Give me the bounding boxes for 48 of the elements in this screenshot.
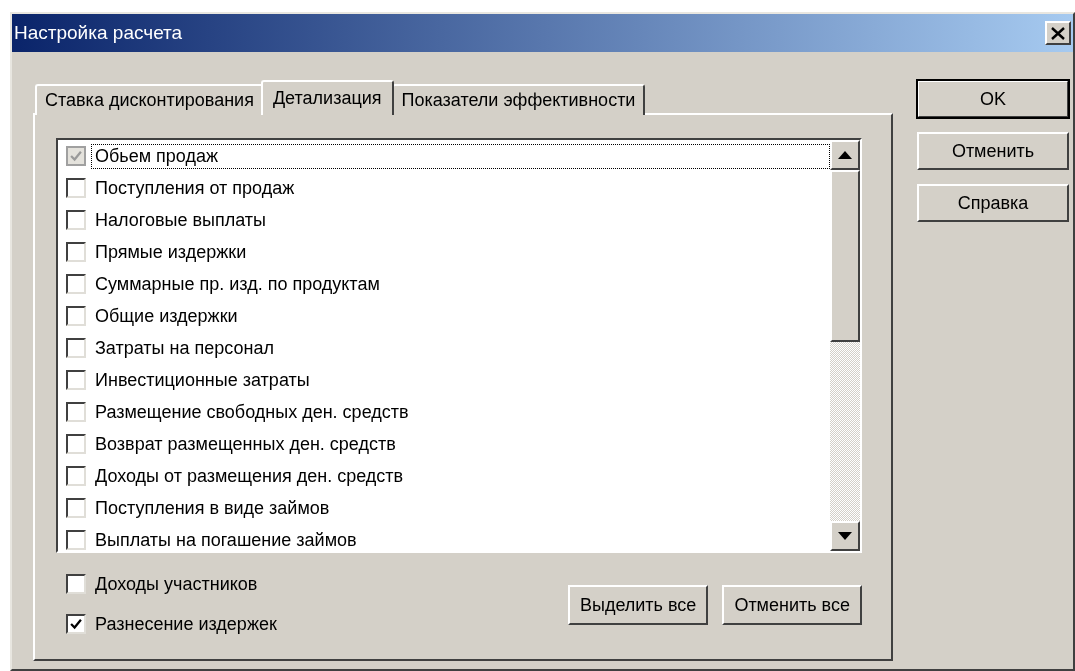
checkbox-label: Разнесение издержек: [94, 612, 278, 636]
scroll-up-button[interactable]: [830, 140, 860, 170]
close-button[interactable]: [1045, 21, 1071, 45]
checkbox-label: Поступления от продаж: [94, 176, 296, 200]
checkbox[interactable]: [66, 178, 86, 198]
checkmark-icon: [69, 149, 83, 163]
checkbox[interactable]: [66, 530, 86, 550]
scroll-thumb[interactable]: [830, 170, 860, 342]
checkbox[interactable]: [66, 434, 86, 454]
checkbox[interactable]: [66, 242, 86, 262]
checkbox-label: Общие издержки: [94, 304, 239, 328]
checkbox-label: Прямые издержки: [94, 240, 248, 264]
tab[interactable]: Ставка дисконтирования: [35, 84, 264, 115]
checkbox-label: Выплаты на погашение займов: [94, 528, 358, 552]
checkbox[interactable]: [66, 466, 86, 486]
checkbox[interactable]: [66, 370, 86, 390]
window-title: Настройка расчета: [14, 22, 183, 44]
checkbox-label: Налоговые выплаты: [94, 208, 267, 232]
checkbox-label: Суммарные пр. изд. по продуктам: [94, 272, 381, 296]
checkbox[interactable]: [66, 274, 86, 294]
dialog-button[interactable]: OK: [917, 80, 1069, 118]
scroll-down-button[interactable]: [830, 521, 860, 551]
checkbox[interactable]: [66, 338, 86, 358]
scrollbar[interactable]: [830, 140, 860, 551]
checkbox-label: Размещение свободных ден. средств: [94, 400, 410, 424]
tab[interactable]: Показатели эффективности: [391, 84, 646, 115]
down-arrow-icon: [838, 532, 852, 540]
checkbox[interactable]: [66, 574, 86, 594]
checkmark-icon: [69, 617, 83, 631]
checkbox-label: Возврат размещенных ден. средств: [94, 432, 397, 456]
checkbox[interactable]: [66, 210, 86, 230]
checkbox-label: Обьем продаж: [91, 143, 830, 169]
tab[interactable]: Детализация: [260, 80, 394, 115]
dialog-button[interactable]: Отменить: [917, 132, 1069, 170]
dialog-button[interactable]: Справка: [917, 184, 1069, 222]
checkbox-label: Доходы участников: [94, 572, 259, 596]
checkbox-label: Затраты на персонал: [94, 336, 275, 360]
checkbox-label: Поступления в виде займов: [94, 496, 331, 520]
checkbox[interactable]: [66, 614, 86, 634]
checkbox[interactable]: [66, 306, 86, 326]
checkbox-label: Доходы от размещения ден. средств: [94, 464, 405, 488]
button[interactable]: Выделить все: [567, 585, 709, 625]
checkbox[interactable]: [66, 498, 86, 518]
close-icon: [1051, 26, 1065, 40]
up-arrow-icon: [838, 151, 852, 159]
button[interactable]: Отменить все: [722, 585, 862, 625]
checkbox[interactable]: [66, 402, 86, 422]
checkbox-label: Инвестиционные затраты: [94, 368, 311, 392]
